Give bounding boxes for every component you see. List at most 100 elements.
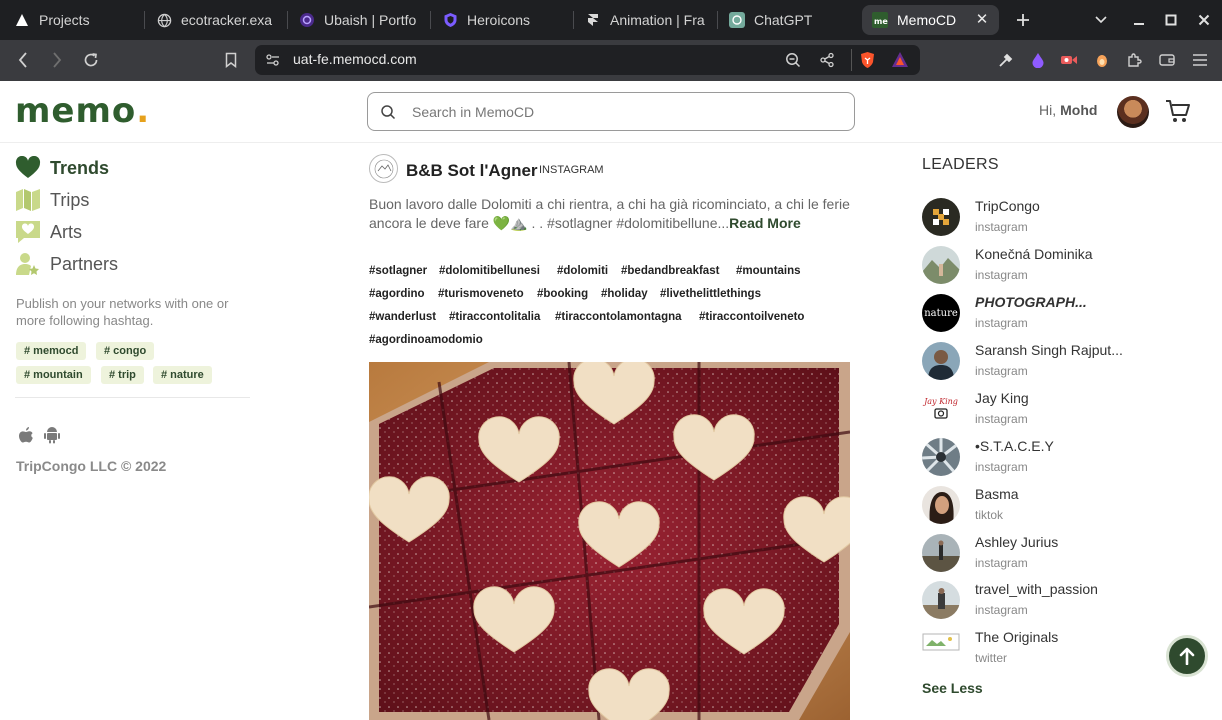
leader-item[interactable]: Saransh Singh Rajput... instagram (922, 342, 1212, 388)
user-avatar[interactable] (1117, 96, 1149, 128)
reload-icon[interactable] (80, 49, 102, 71)
tab-label: Heroicons (467, 12, 531, 28)
fire-extension-icon[interactable] (1092, 50, 1112, 70)
brave-shield-icon[interactable] (859, 51, 876, 73)
leader-item[interactable]: Jay King Jay King instagram (922, 390, 1212, 436)
drop-extension-icon[interactable] (1028, 50, 1048, 70)
tag-chip-mountain[interactable]: # mountain (16, 366, 91, 384)
search-input[interactable] (412, 101, 832, 123)
leader-name: Konečná Dominika (975, 246, 1093, 262)
leader-avatar (922, 198, 960, 236)
memo-icon: me (872, 12, 888, 28)
hashtag[interactable]: #sotlagner (369, 265, 427, 277)
chatgpt-icon (729, 12, 745, 28)
minimize-icon[interactable] (1128, 9, 1150, 31)
tab-heroicons[interactable]: Heroicons (432, 5, 567, 35)
leader-item[interactable]: TripCongo instagram (922, 198, 1212, 244)
globe-icon (156, 12, 172, 28)
tag-chip-memocd[interactable]: # memocd (16, 342, 87, 360)
android-icon[interactable] (42, 425, 62, 445)
hashtag[interactable]: #tiraccontoilveneto (699, 311, 804, 323)
leader-item[interactable]: Ashley Jurius instagram (922, 534, 1212, 580)
new-tab-icon[interactable] (1012, 9, 1034, 31)
hashtag[interactable]: #holiday (601, 288, 648, 300)
sidebar-item-trips[interactable]: Trips (15, 186, 89, 214)
tag-chip-trip[interactable]: # trip (101, 366, 144, 384)
post-author-avatar[interactable] (369, 154, 398, 183)
hashtag-note: Publish on your networks with one or mor… (16, 296, 229, 328)
hashtag[interactable]: #dolomiti (557, 265, 608, 277)
hashtag[interactable]: #wanderlust (369, 311, 436, 323)
hashtag[interactable]: #agordinoamodomio (369, 334, 483, 346)
tag-chip-congo[interactable]: # congo (96, 342, 155, 360)
cart-icon[interactable] (1165, 99, 1191, 127)
maximize-icon[interactable] (1160, 9, 1182, 31)
tab-ubaish[interactable]: Ubaish | Portfo (289, 5, 424, 35)
tab-memocd[interactable]: me MemoCD ✕ (862, 5, 999, 35)
bookmark-icon[interactable] (220, 49, 242, 71)
tab-chatgpt[interactable]: ChatGPT (719, 5, 854, 35)
leader-network: instagram (975, 412, 1028, 426)
leader-name: Saransh Singh Rajput... (975, 342, 1123, 358)
tab-search-chevron-icon[interactable] (1090, 9, 1112, 31)
tab-animation[interactable]: Animation | Fra (575, 5, 715, 35)
color-picker-extension-icon[interactable] (996, 50, 1016, 70)
leader-name: Ashley Jurius (975, 534, 1059, 550)
back-icon[interactable] (12, 49, 34, 71)
hashtag[interactable]: #agordino (369, 288, 425, 300)
leader-network: instagram (975, 316, 1028, 330)
record-extension-icon[interactable] (1059, 50, 1079, 70)
post-title[interactable]: B&B Sot l'Agner (406, 161, 538, 181)
leader-network: instagram (975, 220, 1028, 234)
address-field[interactable]: uat-fe.memocd.com (255, 45, 920, 75)
hashtag[interactable]: #booking (537, 288, 588, 300)
leader-name: TripCongo (975, 198, 1040, 214)
tab-projects[interactable]: Projects (4, 5, 140, 35)
greeting-text: Hi, (1039, 102, 1057, 118)
leaders-title: LEADERS (922, 156, 999, 173)
hashtag[interactable]: #turismoveneto (438, 288, 524, 300)
leader-name: •S.T.A.C.E.Y (975, 438, 1054, 454)
wallet-icon[interactable] (1157, 50, 1177, 70)
leader-item[interactable]: travel_with_passion instagram (922, 581, 1212, 627)
leader-item[interactable]: Konečná Dominika instagram (922, 246, 1212, 292)
search-box[interactable] (367, 92, 855, 131)
post-image[interactable] (369, 362, 850, 720)
hashtag[interactable]: #mountains (736, 265, 801, 277)
leader-avatar (922, 438, 960, 476)
zoom-out-icon[interactable] (785, 52, 801, 72)
see-less-button[interactable]: See Less (922, 680, 983, 696)
scroll-to-top-button[interactable] (1166, 635, 1208, 677)
site-settings-icon[interactable] (265, 52, 281, 72)
hashtag[interactable]: #tiraccontolamontagna (555, 311, 682, 323)
window-close-icon[interactable] (1193, 9, 1215, 31)
hashtag[interactable]: #bedandbreakfast (621, 265, 719, 277)
hashtag[interactable]: #tiraccontolitalia (449, 311, 540, 323)
memo-logo[interactable]: memo. (15, 91, 150, 131)
leader-item[interactable]: Basma tiktok (922, 486, 1212, 532)
share-icon[interactable] (819, 52, 835, 72)
tab-ecotracker[interactable]: ecotracker.exa (146, 5, 281, 35)
read-more-link[interactable]: Read More (729, 215, 801, 231)
logo-text: memo (15, 91, 137, 131)
leader-network: instagram (975, 364, 1028, 378)
close-icon[interactable]: ✕ (973, 11, 991, 29)
apple-icon[interactable] (16, 425, 36, 445)
extensions-icon[interactable] (1124, 50, 1144, 70)
leader-item[interactable]: nature PHOTOGRAPH... instagram (922, 294, 1212, 340)
forward-icon[interactable] (46, 49, 68, 71)
leader-network: instagram (975, 603, 1028, 617)
broken-image-icon (922, 629, 960, 667)
tag-chip-nature[interactable]: # nature (153, 366, 212, 384)
sidebar-item-trends[interactable]: Trends (15, 154, 109, 182)
leader-name: Basma (975, 486, 1019, 502)
hashtag[interactable]: #dolomitibellunesi (439, 265, 540, 277)
brave-rewards-icon[interactable] (891, 51, 909, 72)
sidebar-item-arts[interactable]: Arts (15, 218, 82, 246)
leader-network: twitter (975, 651, 1008, 665)
sidebar-item-partners[interactable]: Partners (15, 250, 118, 278)
menu-icon[interactable] (1190, 50, 1210, 70)
leader-item[interactable]: •S.T.A.C.E.Y instagram (922, 438, 1212, 484)
hashtag[interactable]: #livethelittlethings (660, 288, 761, 300)
browser-tab-bar: Projects ecotracker.exa Ubaish | Portfo … (0, 0, 1222, 40)
